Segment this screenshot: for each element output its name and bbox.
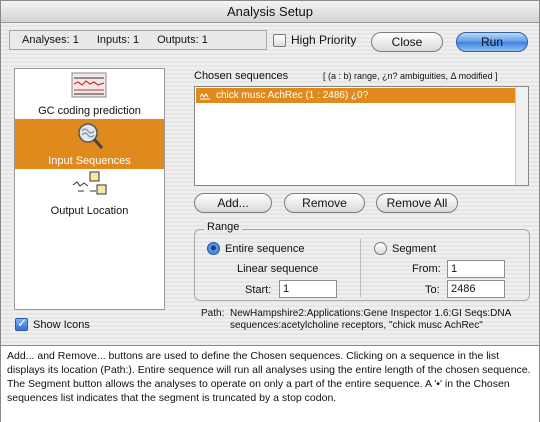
entire-sequence-option[interactable]: Entire sequence	[207, 242, 305, 255]
close-button[interactable]: Close	[371, 32, 443, 52]
remove-button[interactable]: Remove	[284, 193, 365, 213]
list-scrollbar[interactable]	[515, 87, 528, 185]
chosen-sequences-list[interactable]: chick musc AchRec (1 : 2486) ¿0?	[194, 86, 529, 186]
outputs-count: Outputs: 1	[157, 34, 208, 46]
chosen-sequences-title: Chosen sequences	[194, 70, 289, 82]
window-title: Analysis Setup	[1, 1, 539, 23]
sidebar-item-gc-coding-prediction[interactable]: GC coding prediction	[15, 69, 164, 119]
to-field[interactable]: 2486	[447, 280, 505, 298]
counts-panel: Analyses: 1 Inputs: 1 Outputs: 1	[9, 30, 267, 50]
analyses-count: Analyses: 1	[22, 34, 79, 46]
high-priority-checkbox[interactable]	[273, 33, 286, 47]
magnifier-sequence-icon	[78, 123, 104, 149]
show-icons-label: Show Icons	[33, 318, 90, 331]
sidebar-item-input-sequences[interactable]: Input Sequences	[15, 119, 164, 169]
entire-sequence-radio[interactable]	[207, 242, 220, 255]
segment-label: Segment	[392, 242, 437, 255]
analysis-setup-window: Analysis Setup Analyses: 1 Inputs: 1 Out…	[0, 0, 540, 422]
path-value: NewHampshire2:Applications:Gene Inspecto…	[230, 308, 511, 331]
range-divider	[360, 239, 361, 297]
linear-sequence-label: Linear sequence	[237, 263, 319, 275]
help-text: Add... and Remove... buttons are used to…	[1, 345, 539, 422]
entire-sequence-label: Entire sequence	[225, 242, 305, 255]
show-icons-checkbox[interactable]	[15, 316, 28, 331]
sequence-icon	[200, 93, 210, 100]
list-item[interactable]: chick musc AchRec (1 : 2486) ¿0?	[196, 88, 515, 103]
gc-chart-icon	[71, 72, 107, 98]
steps-list: GC coding prediction Input Sequences Out…	[14, 68, 165, 310]
show-icons-toggle[interactable]: Show Icons	[15, 316, 90, 331]
from-field[interactable]: 1	[447, 260, 505, 278]
high-priority-label: High Priority	[291, 33, 357, 47]
sidebar-item-label: GC coding prediction	[38, 105, 141, 117]
segment-option[interactable]: Segment	[374, 242, 436, 255]
sidebar-item-label: Output Location	[50, 205, 129, 217]
run-button[interactable]: Run	[456, 32, 528, 52]
start-field[interactable]: 1	[279, 280, 337, 298]
start-label: Start:	[245, 284, 272, 296]
list-item-label: chick musc AchRec (1 : 2486) ¿0?	[216, 90, 369, 101]
add-button[interactable]: Add...	[194, 193, 272, 213]
sidebar-item-output-location[interactable]: Output Location	[15, 169, 164, 219]
chosen-sequences-legend: [ (a : b) range, ¿n? ambiguities, Δ modi…	[323, 71, 498, 81]
high-priority-toggle[interactable]: High Priority	[273, 33, 356, 47]
path-label: Path:	[201, 308, 225, 319]
inputs-count: Inputs: 1	[96, 34, 140, 46]
remove-all-button[interactable]: Remove All	[376, 193, 458, 213]
to-label: To:	[425, 284, 440, 296]
from-label: From:	[412, 263, 441, 275]
range-title: Range	[204, 221, 243, 233]
output-location-icon	[72, 171, 107, 195]
segment-radio[interactable]	[374, 242, 387, 255]
sidebar-item-label: Input Sequences	[48, 155, 131, 167]
